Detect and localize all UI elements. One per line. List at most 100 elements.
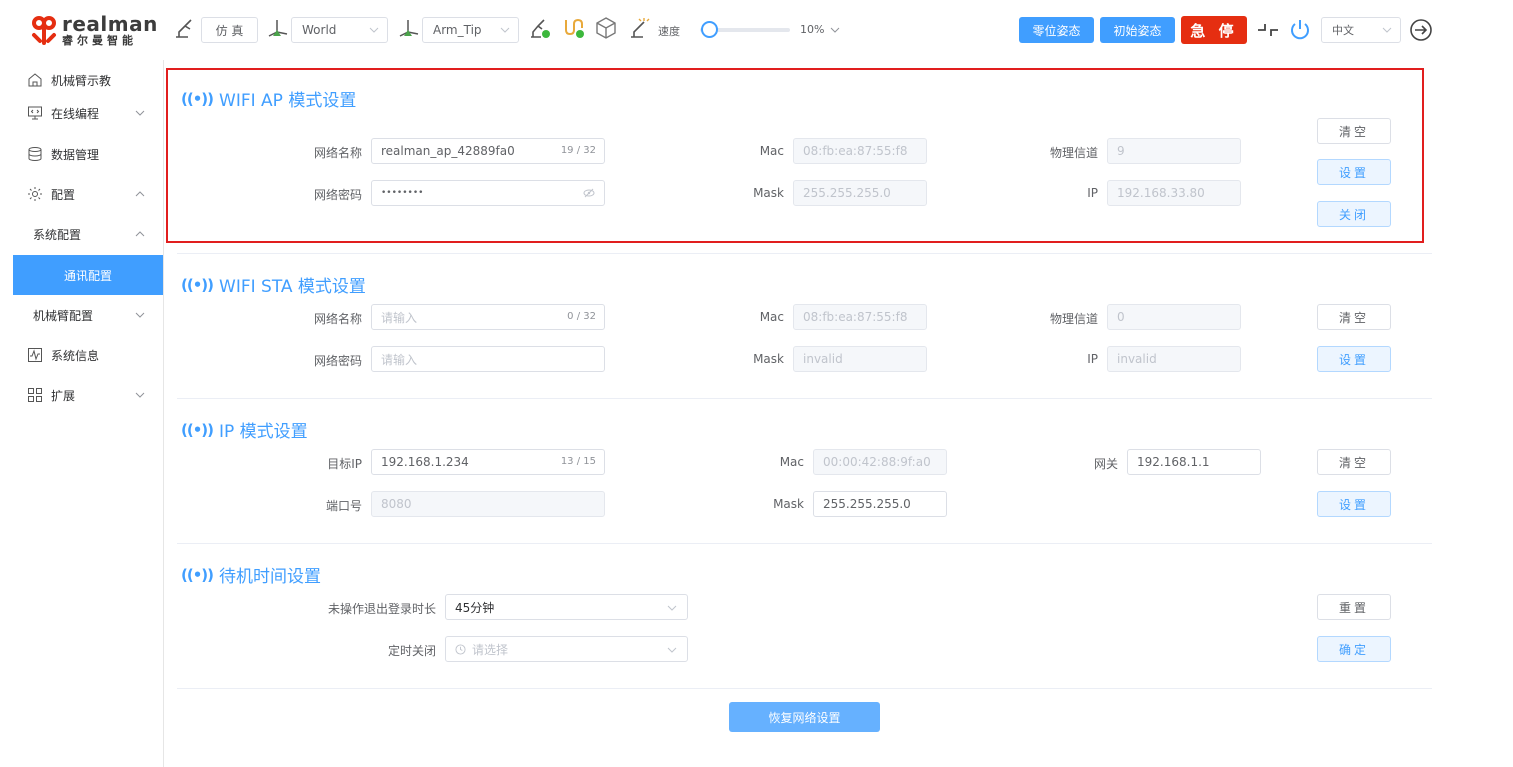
- chevron-down-icon: [135, 392, 145, 398]
- sta-password-input[interactable]: 请输入: [371, 346, 605, 372]
- frame-select-value: World: [302, 23, 337, 37]
- code-monitor-icon: [28, 106, 42, 120]
- ap-password-input[interactable]: ••••••••: [371, 180, 605, 206]
- chevron-down-icon: [135, 110, 145, 116]
- grid-icon: [28, 388, 42, 402]
- ip-mask-input[interactable]: 255.255.255.0: [813, 491, 947, 517]
- speed-slider-handle[interactable]: [701, 21, 718, 38]
- simulation-button[interactable]: 仿 真: [201, 17, 258, 43]
- port-label: 端口号: [325, 499, 362, 513]
- logout-icon[interactable]: [1409, 18, 1433, 42]
- sidebar-item-config[interactable]: 配置: [13, 174, 163, 214]
- logo-cn-text: 睿尔曼智能: [62, 34, 137, 47]
- chevron-down-icon: [1382, 27, 1392, 33]
- sidebar-item-label: 数据管理: [51, 147, 100, 162]
- target-ip-input[interactable]: 192.168.1.234 13 / 15: [371, 449, 605, 475]
- sidebar-item-arm-config[interactable]: 机械臂配置: [13, 295, 163, 335]
- sidebar-item-system-config[interactable]: 系统配置: [13, 214, 163, 254]
- char-counter: 19 / 32: [560, 145, 596, 156]
- ap-mac-field: 08:fb:ea:87:55:f8: [793, 138, 927, 164]
- sta-clear-button[interactable]: 清空: [1317, 304, 1391, 330]
- wifi-signal-icon: ((•)): [181, 275, 214, 294]
- ap-section-title: ((•)) WIFI AP 模式设置: [181, 89, 357, 112]
- ap-channel-field: 9: [1107, 138, 1241, 164]
- ip-clear-button[interactable]: 清空: [1317, 449, 1391, 475]
- eye-hidden-icon[interactable]: [583, 188, 595, 198]
- disconnect-icon[interactable]: [1256, 18, 1280, 42]
- pulse-icon: [28, 348, 42, 362]
- gripper-icon[interactable]: [562, 16, 586, 40]
- emergency-stop-button[interactable]: 急 停: [1181, 16, 1247, 44]
- teach-arm-icon[interactable]: [628, 16, 652, 40]
- sidebar-item-label: 在线编程: [51, 106, 100, 121]
- sidebar-item-comm-config[interactable]: 通讯配置: [13, 255, 163, 295]
- chevron-down-icon[interactable]: [830, 25, 840, 35]
- sidebar-item-extension[interactable]: 扩展: [13, 375, 163, 415]
- sidebar-item-label: 配置: [51, 187, 76, 202]
- target-ip-label: 目标IP: [327, 457, 362, 471]
- init-pose-button[interactable]: 初始姿态: [1100, 17, 1175, 43]
- sidebar: 机械臂示教 在线编程 数据管理 配置 系统配置 通讯配置 机械臂配置 系统信息 …: [0, 60, 164, 767]
- sta-ssid-placeholder: 请输入: [381, 310, 418, 325]
- chevron-up-icon: [135, 191, 145, 197]
- section-divider: [177, 688, 1432, 689]
- power-icon[interactable]: [1288, 18, 1312, 42]
- tool-frame-icon: [399, 20, 419, 37]
- section-divider: [177, 398, 1432, 399]
- chevron-down-icon: [667, 605, 677, 611]
- standby-section-title: ((•)) 待机时间设置: [181, 565, 322, 588]
- wifi-signal-icon: ((•)): [181, 420, 214, 439]
- restore-network-button[interactable]: 恢复网络设置: [729, 702, 880, 732]
- char-counter: 13 / 15: [560, 456, 596, 467]
- sidebar-item-system-info[interactable]: 系统信息: [13, 335, 163, 375]
- frame-select[interactable]: World: [291, 17, 388, 43]
- sta-ssid-input[interactable]: 请输入 0 / 32: [371, 304, 605, 330]
- scheduled-shutdown-label: 定时关闭: [387, 644, 436, 658]
- port-field: 8080: [371, 491, 605, 517]
- standby-confirm-button[interactable]: 确定: [1317, 636, 1391, 662]
- wifi-signal-icon: ((•)): [181, 89, 214, 108]
- logout-timeout-value: 45分钟: [455, 600, 495, 615]
- ap-set-button[interactable]: 设置: [1317, 159, 1391, 185]
- zero-pose-button[interactable]: 零位姿态: [1019, 17, 1094, 43]
- database-icon: [28, 147, 42, 161]
- ap-close-button[interactable]: 关闭: [1317, 201, 1391, 227]
- ap-password-label: 网络密码: [313, 188, 362, 202]
- section-divider: [177, 253, 1432, 254]
- top-toolbar: realman 睿尔曼智能 仿 真 World Arm_Tip 速度 10% 零…: [0, 0, 1513, 60]
- gateway-label: 网关: [1093, 457, 1118, 471]
- sidebar-item-label: 机械臂示教: [51, 73, 112, 88]
- language-select[interactable]: 中文: [1321, 17, 1401, 43]
- ap-ssid-input[interactable]: realman_ap_42889fa0 19 / 32: [371, 138, 605, 164]
- sta-ip-label: IP: [1087, 352, 1098, 366]
- section-divider: [177, 543, 1432, 544]
- realman-logo-icon: [32, 16, 56, 45]
- ap-clear-button[interactable]: 清空: [1317, 118, 1391, 144]
- sta-set-button[interactable]: 设置: [1317, 346, 1391, 372]
- ip-mask-label: Mask: [773, 497, 804, 511]
- sta-channel-label: 物理信道: [1049, 312, 1098, 326]
- realman-logo: realman 睿尔曼智能: [30, 14, 158, 46]
- logout-timeout-select[interactable]: 45分钟: [445, 594, 688, 620]
- tool-select[interactable]: Arm_Tip: [422, 17, 519, 43]
- scheduled-shutdown-picker[interactable]: 请选择: [445, 636, 688, 662]
- chevron-down-icon: [500, 27, 510, 33]
- ip-set-button[interactable]: 设置: [1317, 491, 1391, 517]
- ap-mac-label: Mac: [759, 144, 784, 158]
- sidebar-item-label: 机械臂配置: [33, 308, 94, 323]
- chevron-up-icon: [135, 231, 145, 237]
- tool-select-value: Arm_Tip: [433, 23, 482, 37]
- sidebar-item-data-management[interactable]: 数据管理: [13, 134, 163, 174]
- robot-arm-icon[interactable]: [173, 16, 197, 40]
- sidebar-item-label: 扩展: [51, 388, 76, 403]
- cube-icon[interactable]: [594, 16, 618, 40]
- clock-icon: [455, 643, 466, 655]
- sidebar-item-online-programming[interactable]: 在线编程: [13, 93, 163, 133]
- gateway-input[interactable]: 192.168.1.1: [1127, 449, 1261, 475]
- sidebar-item-label: 系统信息: [51, 348, 100, 363]
- ap-mask-label: Mask: [753, 186, 784, 200]
- logout-timeout-label: 未操作退出登录时长: [327, 602, 436, 616]
- chevron-down-icon: [135, 312, 145, 318]
- arm-enabled-icon[interactable]: [528, 16, 552, 40]
- standby-reset-button[interactable]: 重置: [1317, 594, 1391, 620]
